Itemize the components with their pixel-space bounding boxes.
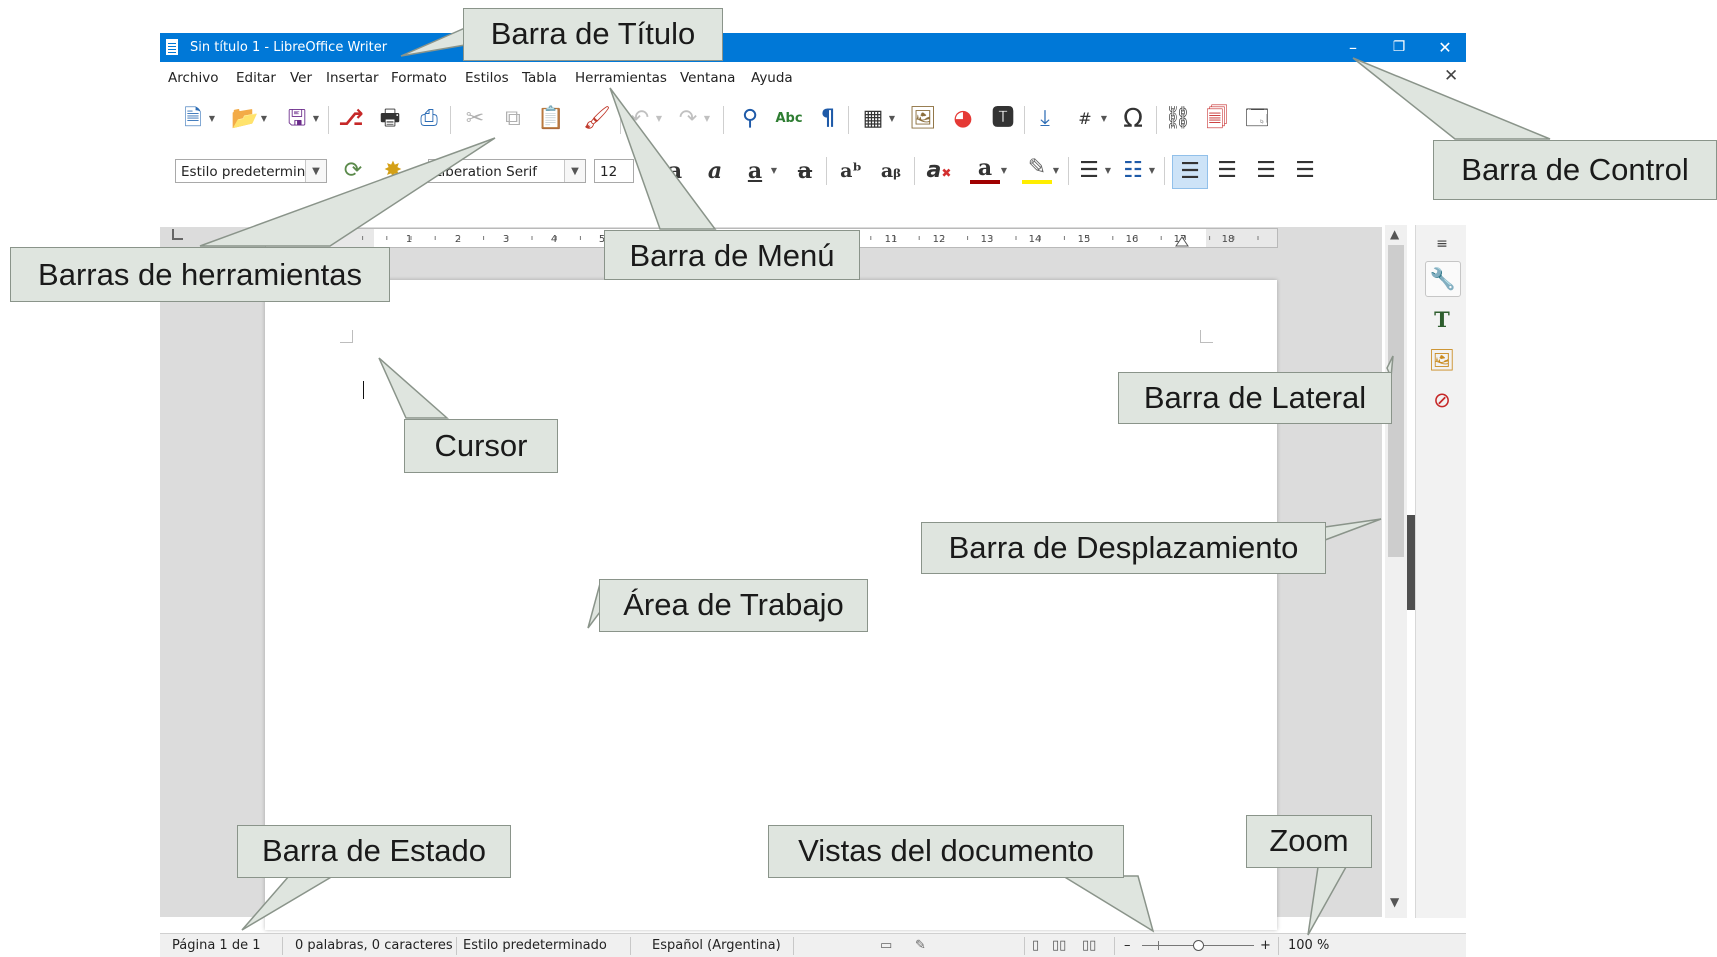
- pointer-zoom: [1307, 866, 1348, 936]
- pointer-vistas: [1060, 875, 1155, 933]
- pointer-estado: [241, 875, 336, 931]
- pointer-titulo: [400, 26, 466, 57]
- callout-barra-lateral: Barra de Lateral: [1118, 372, 1392, 424]
- pointer-herramientas: [199, 137, 496, 247]
- pointer-menu: [609, 87, 717, 230]
- callout-barra-de-menu: Barra de Menú: [604, 230, 860, 280]
- callout-barra-de-titulo: Barra de Título: [463, 8, 723, 61]
- pointer-cursor: [378, 357, 449, 419]
- pointer-desplazamiento: [1324, 518, 1382, 542]
- callout-barra-de-control: Barra de Control: [1433, 140, 1717, 200]
- callout-barra-de-estado: Barra de Estado: [237, 825, 511, 878]
- callout-barras-de-herramientas: Barras de herramientas: [10, 247, 390, 302]
- callout-cursor: Cursor: [404, 419, 558, 473]
- pointer-control: [1352, 57, 1551, 140]
- callout-zoom: Zoom: [1246, 815, 1372, 868]
- callout-vistas-del-documento: Vistas del documento: [768, 825, 1124, 878]
- callout-area-de-trabajo: Área de Trabajo: [599, 579, 868, 632]
- callout-barra-de-desplazamiento: Barra de Desplazamiento: [921, 522, 1326, 574]
